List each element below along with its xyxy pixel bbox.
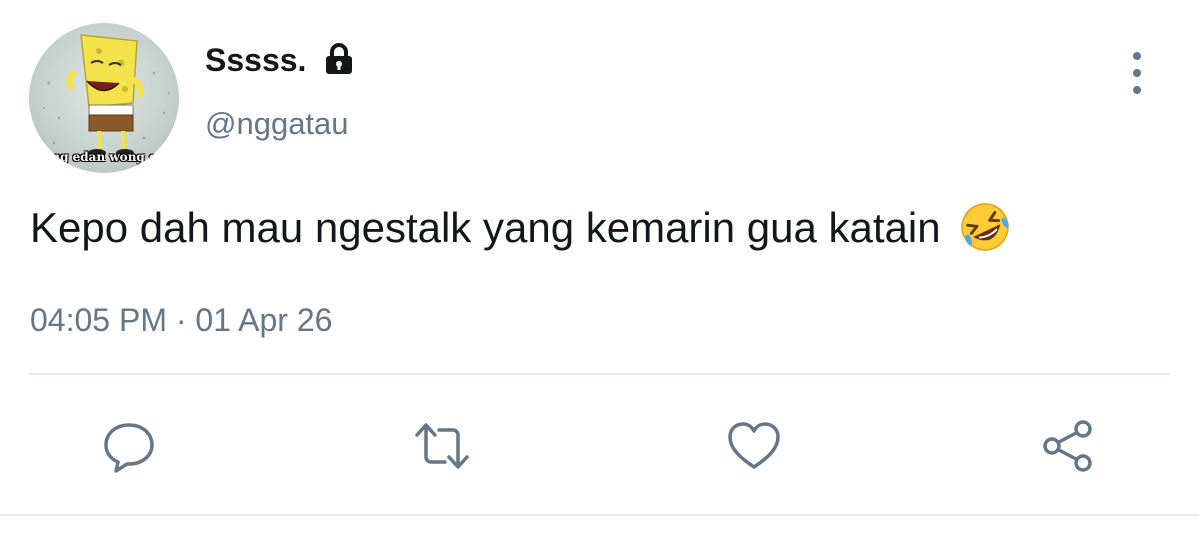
lock-icon — [326, 43, 352, 74]
tweet-date: 01 Apr 26 — [195, 302, 333, 338]
reply-icon — [104, 423, 154, 473]
like-button[interactable] — [724, 416, 784, 476]
display-name[interactable]: Sssss. — [205, 40, 306, 80]
reply-button[interactable] — [99, 416, 159, 476]
retweet-icon — [415, 423, 469, 469]
tweet-text-content: Kepo dah mau ngestalk yang kemarin gua k… — [30, 204, 941, 251]
retweet-button[interactable] — [412, 416, 472, 476]
share-button[interactable] — [1038, 416, 1098, 476]
user-handle[interactable]: @nggatau — [205, 104, 349, 144]
tweet-timestamp[interactable]: 04:05 PM · 01 Apr 26 — [30, 300, 332, 340]
tweet-text: Kepo dah mau ngestalk yang kemarin gua k… — [30, 200, 1012, 256]
bottom-divider — [0, 514, 1199, 516]
share-icon — [1043, 420, 1092, 472]
divider — [29, 373, 1170, 375]
avatar-caption: ng edan wong e — [51, 150, 157, 164]
timestamp-separator: · — [175, 302, 187, 338]
avatar[interactable]: ng edan wong e — [29, 23, 179, 173]
tweet-card: ng edan wong e Sssss. @nggatau Kepo dah … — [0, 0, 1199, 533]
more-options-icon[interactable] — [1120, 52, 1154, 94]
tweet-time: 04:05 PM — [30, 302, 167, 338]
heart-icon — [728, 422, 780, 469]
rolling-on-floor-laughing-icon — [961, 203, 1010, 251]
